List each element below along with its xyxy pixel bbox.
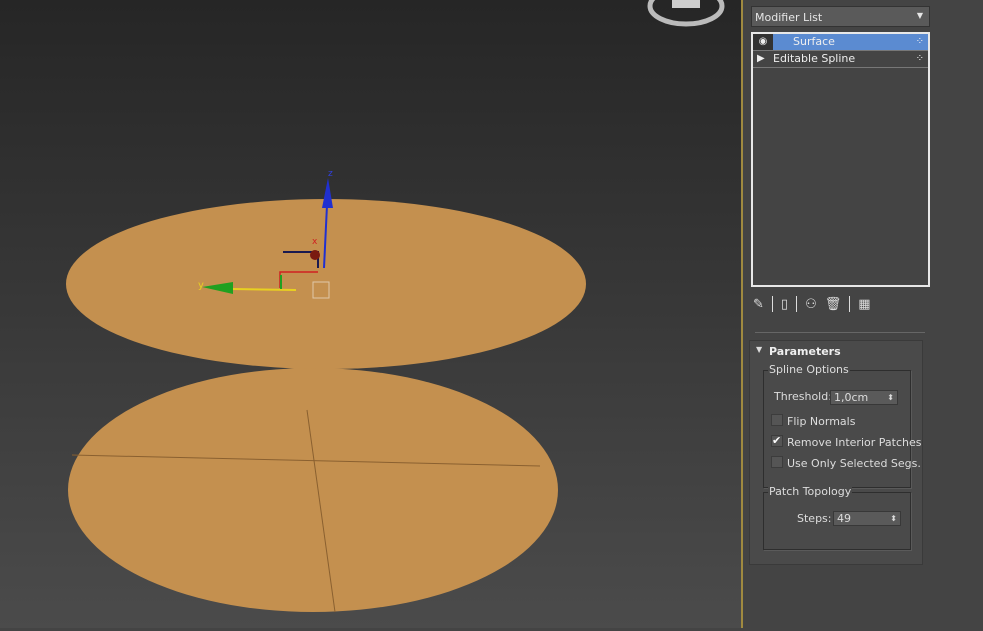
modifier-dots-icon: ⁘ (915, 36, 924, 47)
z-axis-arrow (322, 178, 333, 208)
threshold-label: Threshold: (774, 390, 832, 403)
threshold-spinner[interactable]: 1,0cm ⬍ (830, 390, 898, 405)
stack-toolbar: ✎ ▯ ⚇ 🗑 ▦ (753, 294, 933, 314)
viewcube[interactable] (647, 0, 725, 27)
steps-spinner[interactable]: 49 ⬍ (833, 511, 901, 526)
modifier-dots-icon: ⁘ (915, 53, 924, 64)
patch-topology-group: Patch Topology Steps: 49 ⬍ (763, 485, 911, 550)
panel-divider[interactable] (755, 332, 925, 333)
spline-options-group: Spline Options Threshold: 1,0cm ⬍ Flip No… (763, 363, 921, 488)
steps-label: Steps: (797, 512, 832, 525)
use-only-selected-label: Use Only Selected Segs. (787, 457, 921, 470)
surface-object[interactable] (66, 199, 586, 613)
perspective-viewport[interactable]: y z x (0, 0, 742, 628)
flip-normals-label: Flip Normals (787, 415, 856, 428)
y-axis-label: y (198, 280, 204, 291)
show-end-result-icon[interactable]: ▯ (781, 297, 788, 312)
eye-icon[interactable]: ◉ (753, 34, 773, 50)
threshold-value: 1,0cm (834, 391, 869, 404)
group-label: Patch Topology (768, 485, 853, 498)
z-axis-label: z (328, 169, 333, 179)
stack-item-surface[interactable]: ◉ Surface ⁘ (753, 34, 928, 51)
use-only-selected-checkbox[interactable] (771, 456, 783, 468)
group-label: Spline Options (768, 363, 850, 376)
collapse-triangle-icon[interactable]: ▼ (756, 345, 762, 354)
make-unique-icon[interactable]: ⚇ (805, 297, 817, 312)
modify-panel: Modifier List ▼ ◉ Surface ⁘ ▶ Editable S… (743, 0, 983, 628)
remove-interior-patches-label: Remove Interior Patches (787, 436, 922, 449)
spinner-arrows-icon[interactable]: ⬍ (890, 512, 897, 525)
spinner-arrows-icon[interactable]: ⬍ (887, 391, 894, 404)
stack-item-label: Surface (793, 35, 835, 48)
pin-stack-icon[interactable]: ✎ (753, 297, 764, 312)
parameters-rollout: ▼ Parameters Spline Options Threshold: 1… (749, 340, 923, 565)
stack-item-label: Editable Spline (773, 52, 856, 65)
scene: y z x (66, 0, 725, 613)
rollout-title[interactable]: Parameters (769, 345, 841, 358)
remove-modifier-icon[interactable]: 🗑 (825, 297, 842, 312)
steps-value: 49 (837, 512, 851, 525)
chevron-down-icon: ▼ (916, 11, 923, 20)
stack-item-editable-spline[interactable]: ▶ Editable Spline ⁘ (753, 51, 928, 68)
x-axis-label: x (312, 237, 318, 247)
modifier-list-dropdown[interactable]: Modifier List ▼ (751, 6, 930, 27)
configure-modifier-sets-icon[interactable]: ▦ (858, 297, 870, 312)
flip-normals-checkbox[interactable] (771, 414, 783, 426)
modifier-stack[interactable]: ◉ Surface ⁘ ▶ Editable Spline ⁘ (751, 32, 930, 287)
modifier-list-label: Modifier List (755, 11, 823, 24)
expand-triangle-icon[interactable]: ▶ (757, 51, 765, 67)
remove-interior-patches-checkbox[interactable]: ✔ (771, 435, 783, 447)
